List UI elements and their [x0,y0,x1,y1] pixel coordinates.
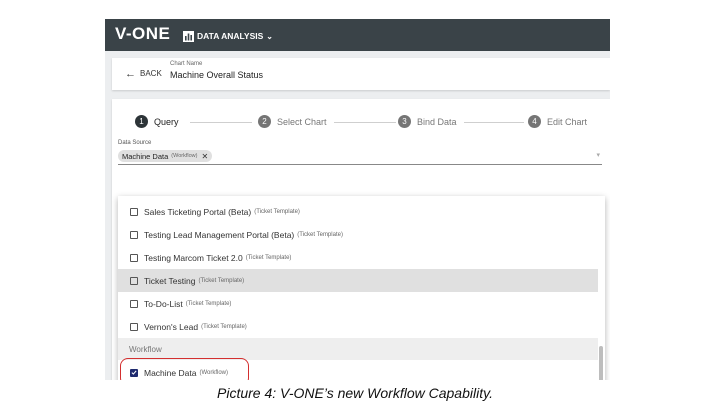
item-name: Vernon's Lead [144,321,199,332]
group-header-workflow: Workflow [118,338,598,360]
step-label: Bind Data [417,116,457,127]
list-item[interactable]: Vernon's Lead (Ticket Template) [118,315,598,338]
chart-name-label: Chart Name [170,61,203,67]
list-item[interactable]: Sales Ticketing Portal (Beta) (Ticket Te… [118,200,598,223]
chip-type: (Workflow) [171,153,198,159]
item-type: (Ticket Template) [254,208,300,215]
step-connector [190,122,252,123]
checkbox[interactable] [130,230,138,239]
step-bind-data[interactable]: 3 Bind Data [398,115,457,128]
checkbox[interactable] [130,322,138,331]
list-item[interactable]: Testing Lead Management Portal (Beta) (T… [118,223,598,246]
checkbox[interactable] [130,253,138,262]
data-source-label: Data Source [118,140,152,146]
data-analysis-menu[interactable]: DATA ANALYSIS ⌄ [183,28,273,44]
chip-name: Machine Data [122,151,169,161]
query-card: 1 Query 2 Select Chart 3 Bind Data 4 Edi… [112,99,610,380]
data-source-dropdown: Sales Ticketing Portal (Beta) (Ticket Te… [118,196,605,380]
step-label: Query [154,116,179,127]
checkbox[interactable] [130,299,138,308]
data-source-chip: Machine Data (Workflow) ✕ [118,150,213,162]
chart-header: ← BACK Chart Name Machine Overall Status [112,58,610,90]
item-type: (Ticket Template) [201,323,247,330]
item-name: Sales Ticketing Portal (Beta) [144,206,252,217]
step-label: Edit Chart [547,116,588,127]
step-number: 3 [398,115,411,128]
chart-name-input[interactable]: Machine Overall Status [170,70,263,80]
arrow-left-icon: ← [125,67,136,80]
item-type: (Ticket Template) [185,300,232,307]
highlight-annotation [120,358,249,380]
checkbox[interactable] [130,207,138,216]
list-item[interactable]: Ticket Testing (Ticket Template) [118,269,598,292]
step-edit-chart[interactable]: 4 Edit Chart [528,115,587,128]
data-source-select[interactable]: Machine Data (Workflow) ✕ ▾ [118,148,602,165]
list-item[interactable]: Testing Marcom Ticket 2.0 (Ticket Templa… [118,246,598,269]
back-button[interactable]: ← BACK [125,67,162,80]
checkbox[interactable] [130,276,138,285]
data-analysis-label: DATA ANALYSIS [197,31,264,41]
step-connector [464,122,524,123]
item-name: Ticket Testing [144,275,196,286]
chevron-down-icon: ⌄ [266,31,273,41]
step-label: Select Chart [277,116,327,127]
app-screenshot: V-ONE DATA ANALYSIS ⌄ ← BACK Chart Name … [105,19,610,380]
step-number: 1 [135,115,148,128]
item-name: To-Do-List [144,298,183,309]
step-connector [334,122,396,123]
step-select-chart[interactable]: 2 Select Chart [258,115,327,128]
bar-chart-icon [183,30,194,42]
item-type: (Ticket Template) [297,231,343,238]
app-logo[interactable]: V-ONE [115,24,170,44]
scrollbar[interactable] [599,346,603,380]
back-label: BACK [140,69,162,78]
figure-caption: Picture 4: V-ONE’s new Workflow Capabili… [217,385,493,401]
step-number: 2 [258,115,271,128]
step-query[interactable]: 1 Query [135,115,179,128]
top-navbar: V-ONE DATA ANALYSIS ⌄ [105,19,610,51]
list-item[interactable]: To-Do-List (Ticket Template) [118,292,598,315]
dropdown-arrow-icon[interactable]: ▾ [596,151,600,159]
item-type: (Ticket Template) [245,254,292,261]
item-name: Testing Marcom Ticket 2.0 [144,252,243,263]
item-name: Testing Lead Management Portal (Beta) [144,229,295,240]
step-number: 4 [528,115,541,128]
chip-remove-icon[interactable]: ✕ [201,152,208,161]
item-type: (Ticket Template) [198,277,245,284]
